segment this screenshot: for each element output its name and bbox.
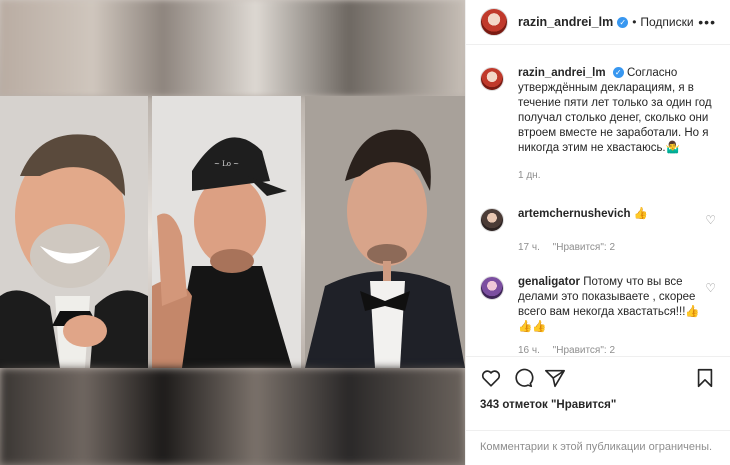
caption-meta: 1 дн. (518, 170, 716, 181)
comment-likes[interactable]: "Нравится": 2 (553, 345, 615, 356)
separator-dot: • (632, 15, 637, 29)
photo-panel-left (0, 96, 148, 368)
photo-panel-right (305, 96, 465, 368)
comment-item: artemchernushevich 👍 ♡ (480, 207, 716, 232)
blurred-background-bottom (0, 368, 465, 465)
commenter-username[interactable]: artemchernushevich (518, 208, 631, 220)
comment-meta: 16 ч. "Нравится": 2 (518, 345, 716, 356)
share-paper-plane-icon[interactable] (544, 367, 566, 389)
svg-text:~ Lo ~: ~ Lo ~ (214, 160, 239, 168)
more-options-icon[interactable]: ••• (698, 14, 716, 30)
comment-like-heart-icon[interactable]: ♡ (705, 281, 716, 295)
comments-list[interactable]: razin_andrei_lm ✓ Согласно утверждённым … (466, 46, 730, 356)
comment-item: genaligator Потому что вы все делами это… (480, 275, 716, 335)
portrait-smiling-man (0, 96, 148, 368)
verified-badge-icon: ✓ (617, 16, 629, 28)
post-header: razin_andrei_lm ✓ • Подписки ••• (466, 0, 730, 45)
blurred-background-top (0, 0, 465, 96)
comment-time[interactable]: 16 ч. (518, 345, 540, 356)
comment-like-heart-icon[interactable]: ♡ (705, 213, 716, 227)
comment-likes[interactable]: "Нравится": 2 (553, 242, 615, 253)
caption-time[interactable]: 1 дн. (518, 170, 540, 181)
caption-author-avatar[interactable] (480, 67, 504, 91)
commenter-avatar[interactable] (480, 276, 504, 300)
comment-bubble-icon[interactable] (512, 367, 534, 389)
caption: razin_andrei_lm ✓ Согласно утверждённым … (480, 66, 716, 156)
comment-text: 👍 (633, 208, 649, 220)
following-button[interactable]: Подписки (640, 15, 693, 29)
verified-badge-icon: ✓ (612, 67, 624, 79)
caption-text: Согласно утверждённым декларациям, я в т… (518, 67, 712, 154)
author-avatar[interactable] (480, 8, 508, 36)
comment-time[interactable]: 17 ч. (518, 242, 540, 253)
commenter-username[interactable]: genaligator (518, 276, 580, 288)
commenter-avatar[interactable] (480, 208, 504, 232)
likes-count[interactable]: 343 отметок "Нравится" (480, 399, 716, 411)
post-sidebar: razin_andrei_lm ✓ • Подписки ••• razin_a… (465, 0, 730, 465)
like-heart-icon[interactable] (480, 367, 502, 389)
caption-author-username[interactable]: razin_andrei_lm (518, 67, 606, 79)
author-username[interactable]: razin_andrei_lm (518, 15, 613, 29)
post-actions: 343 отметок "Нравится" (466, 356, 730, 411)
post-image[interactable]: ~ Lo ~ (0, 0, 465, 465)
comment-meta: 17 ч. "Нравится": 2 (518, 242, 716, 253)
comments-restricted-notice: Комментарии к этой публикации ограничены… (466, 430, 730, 465)
photo-panel-middle: ~ Lo ~ (152, 96, 301, 368)
save-bookmark-icon[interactable] (694, 367, 716, 389)
portrait-man-in-tuxedo (305, 96, 465, 368)
portrait-man-in-cap: ~ Lo ~ (152, 96, 301, 368)
